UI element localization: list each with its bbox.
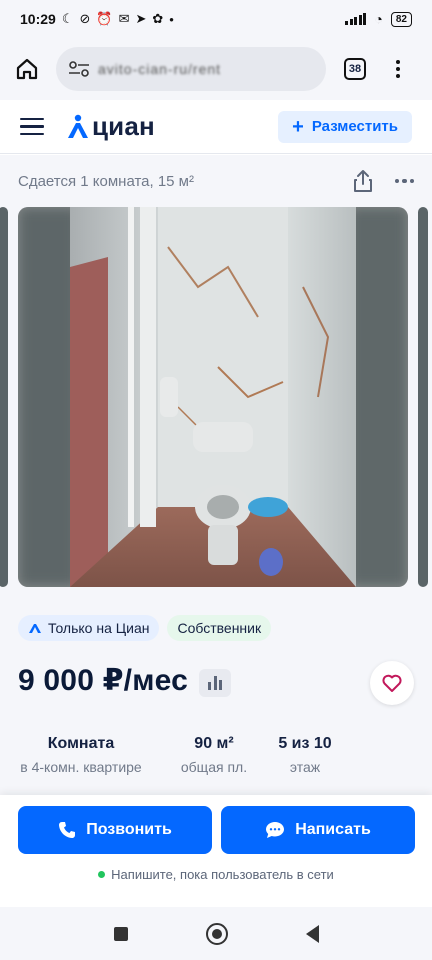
home-nav-icon[interactable] <box>205 922 228 945</box>
listing-subtitle-row: Сдается 1 комната, 15 м² <box>0 155 432 207</box>
post-ad-button[interactable]: + Разместить <box>278 110 412 143</box>
url-text: avito-cian-ru/rent <box>98 61 222 77</box>
browser-menu-icon[interactable] <box>396 60 400 78</box>
status-notification-icons: ☾ ⊘ ⏰ ✉ ➤ ✿ • <box>62 11 174 27</box>
price-history-icon[interactable] <box>199 669 231 697</box>
dot-icon: • <box>169 11 174 27</box>
online-status: Напишите, пока пользователь в сети <box>0 867 432 882</box>
menu-icon[interactable] <box>20 117 44 136</box>
prev-photo-slide[interactable] <box>0 207 8 587</box>
listing-summary: Только на Циан Собственник 9 000 ₽/мес К… <box>0 601 432 795</box>
signal-icon <box>345 13 367 25</box>
fact-label: в 4-комн. квартире <box>20 759 142 775</box>
chat-icon: ✉ <box>118 11 130 26</box>
listing-photo[interactable] <box>18 207 408 587</box>
call-button[interactable]: Позвонить <box>18 806 212 854</box>
site-settings-icon[interactable] <box>68 61 90 77</box>
mute-icon: ⊘ <box>79 11 91 26</box>
system-nav-bar <box>0 907 432 960</box>
chat-bubble-icon <box>266 822 285 838</box>
price: 9 000 ₽/мес <box>18 664 188 697</box>
online-dot-icon <box>98 871 106 878</box>
alarm-icon: ⏰ <box>96 11 113 26</box>
status-bar: 10:29 ☾ ⊘ ⏰ ✉ ➤ ✿ • ◔ 82 <box>0 0 432 38</box>
contact-action-bar: Позвонить Написать Напишите, пока пользо… <box>0 795 432 907</box>
call-button-label: Позвонить <box>86 821 172 838</box>
address-bar[interactable]: avito-cian-ru/rent <box>56 47 326 91</box>
telegram-icon: ➤ <box>135 11 147 26</box>
battery-icon: 82 <box>390 11 412 27</box>
message-button[interactable]: Написать <box>221 806 415 854</box>
browser-toolbar: avito-cian-ru/rent 38 <box>0 38 432 100</box>
exclusive-badge-label: Только на Циан <box>48 620 150 636</box>
fact-floor: 5 из 10 этаж <box>260 735 350 775</box>
fact-total-area: 90 м² общая пл. <box>166 735 262 775</box>
fact-value: Комната <box>47 735 115 752</box>
share-icon[interactable] <box>351 169 375 193</box>
next-photo-slide[interactable] <box>418 207 428 587</box>
exclusive-badge: Только на Циан <box>18 615 160 641</box>
fact-label: этаж <box>289 759 321 775</box>
listing-subtitle: Сдается 1 комната, 15 м² <box>18 172 194 190</box>
tabs-button[interactable]: 38 <box>344 58 366 80</box>
post-ad-label: Разместить <box>311 118 398 135</box>
owner-badge: Собственник <box>167 615 272 641</box>
fact-value: 90 м² <box>194 735 234 752</box>
app-icon: ✿ <box>152 11 164 26</box>
favorite-heart-icon[interactable] <box>370 661 414 705</box>
badges-row: Только на Циан Собственник <box>18 615 272 641</box>
status-time: 10:29 <box>20 11 56 27</box>
wifi-icon: ◔ <box>374 11 383 27</box>
fact-value: 5 из 10 <box>278 735 332 752</box>
more-options-icon[interactable] <box>394 178 414 184</box>
fact-label: общая пл. <box>180 759 248 775</box>
cian-small-icon <box>29 624 41 633</box>
photo-gallery[interactable] <box>0 207 432 601</box>
plus-icon: + <box>292 115 304 138</box>
site-header: циан + Разместить <box>0 100 432 154</box>
moon-icon: ☾ <box>61 11 74 26</box>
cian-logo[interactable]: циан <box>66 111 155 142</box>
home-icon[interactable] <box>12 54 42 84</box>
online-note-text: Напишите, пока пользователь в сети <box>111 867 334 882</box>
back-icon[interactable] <box>305 924 319 943</box>
message-button-label: Написать <box>295 821 371 838</box>
phone-icon <box>59 822 76 838</box>
cian-logo-icon <box>68 114 88 138</box>
fact-room-type: Комната в 4-комн. квартире <box>8 735 154 775</box>
logo-text: циан <box>92 111 155 141</box>
recents-icon[interactable] <box>113 926 128 941</box>
